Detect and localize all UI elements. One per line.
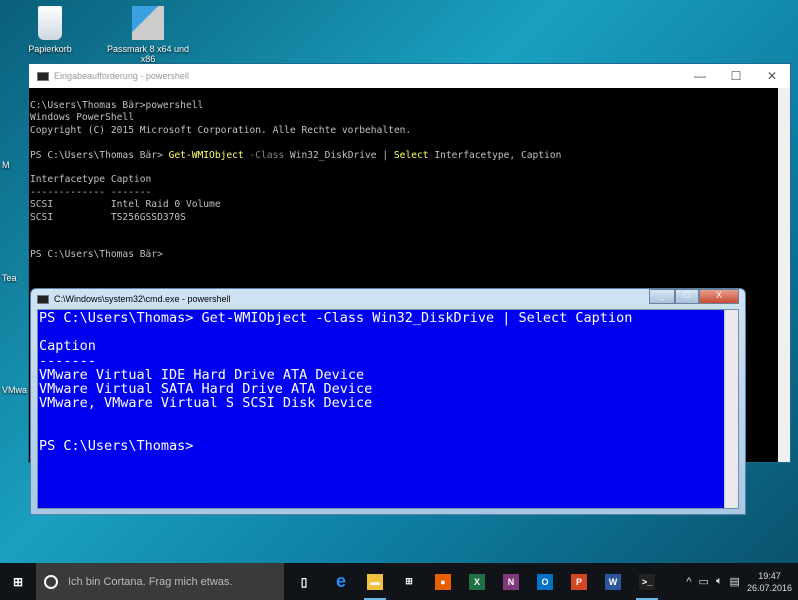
search-placeholder: Ich bin Cortana. Frag mich etwas. (68, 575, 233, 588)
onenote-icon: N (503, 573, 519, 590)
taskbar-app-store[interactable]: ⊞ (392, 563, 426, 600)
console-output[interactable]: PS C:\Users\Thomas> Get-WMIObject -Class… (38, 310, 738, 453)
cmd-icon (37, 71, 49, 81)
date: 26.07.2016 (746, 582, 792, 593)
taskbar-app-outlook[interactable]: O (528, 563, 562, 600)
cmd-icon: >_ (639, 573, 655, 590)
word-icon: W (605, 573, 621, 590)
volume-icon[interactable]: 🔈︎ (716, 575, 723, 588)
excel-icon: X (469, 573, 485, 590)
windows-logo-icon: ⊞ (12, 574, 24, 589)
desktop-icon-label: Papierkorb (28, 44, 72, 54)
cortana-icon (44, 574, 58, 589)
network-icon[interactable]: ▭ (699, 575, 709, 588)
notifications-icon[interactable]: ▤ (730, 575, 740, 588)
edge-icon: e (335, 571, 346, 591)
taskbar-app-explorer[interactable]: ▬ (358, 563, 392, 600)
window-title: C:\Windows\system32\cmd.exe - powershell (54, 294, 231, 304)
taskbar-app-firefox[interactable]: ● (426, 563, 460, 600)
desktop-icon-passmark[interactable]: Passmark 8 x64 und x86 (103, 6, 193, 64)
clock[interactable]: 19:47 26.07.2016 (747, 570, 792, 594)
maximize-button[interactable]: □ (675, 289, 699, 304)
task-view-icon: ▯ (300, 574, 308, 589)
store-icon: ⊞ (405, 576, 413, 586)
show-hidden-icons-button[interactable]: ^ (686, 576, 691, 588)
taskbar-app-cmd[interactable]: >_ (630, 563, 664, 600)
task-view-button[interactable]: ▯ (284, 563, 324, 600)
outlook-icon: O (537, 573, 553, 590)
taskbar-app-onenote[interactable]: N (494, 563, 528, 600)
maximize-button[interactable]: ☐ (718, 69, 754, 83)
desktop-icon-label: Passmark 8 x64 und x86 (106, 44, 190, 64)
start-button[interactable]: ⊞ (0, 563, 36, 600)
desktop-icon-recycle-bin[interactable]: Papierkorb (5, 6, 95, 54)
close-button[interactable]: ✕ (754, 69, 790, 83)
taskbar-app-edge[interactable]: e (324, 563, 358, 600)
window-title: Eingabeaufforderung - powershell (54, 71, 189, 81)
desktop-partial-label: VMwa (2, 385, 28, 395)
cmd-icon (37, 294, 49, 304)
title-bar[interactable]: C:\Windows\system32\cmd.exe - powershell… (37, 289, 739, 309)
desktop-partial-label: Tea (2, 273, 17, 283)
console-output[interactable]: C:\Users\Thomas Bär>powershell Windows P… (29, 88, 790, 261)
title-bar[interactable]: Eingabeaufforderung - powershell — ☐ ✕ (29, 64, 790, 88)
scrollbar[interactable] (724, 310, 738, 508)
scrollbar[interactable] (778, 88, 790, 462)
cortana-search-box[interactable]: Ich bin Cortana. Frag mich etwas. (36, 563, 284, 600)
close-button[interactable]: X (699, 289, 739, 304)
installer-icon (132, 6, 164, 40)
desktop-partial-label: M (2, 160, 10, 170)
taskbar-app-excel[interactable]: X (460, 563, 494, 600)
minimize-button[interactable]: — (682, 69, 718, 83)
taskbar-app-powerpoint[interactable]: P (562, 563, 596, 600)
taskbar: ⊞ Ich bin Cortana. Frag mich etwas. ▯ e ▬… (0, 563, 798, 600)
recycle-bin-icon (38, 6, 62, 40)
firefox-icon: ● (435, 573, 451, 590)
powerpoint-icon: P (571, 573, 587, 590)
explorer-icon: ▬ (367, 573, 383, 590)
minimize-button[interactable]: _ (649, 289, 675, 304)
front-console-window[interactable]: C:\Windows\system32\cmd.exe - powershell… (30, 288, 746, 515)
time: 19:47 (758, 570, 781, 581)
taskbar-app-word[interactable]: W (596, 563, 630, 600)
